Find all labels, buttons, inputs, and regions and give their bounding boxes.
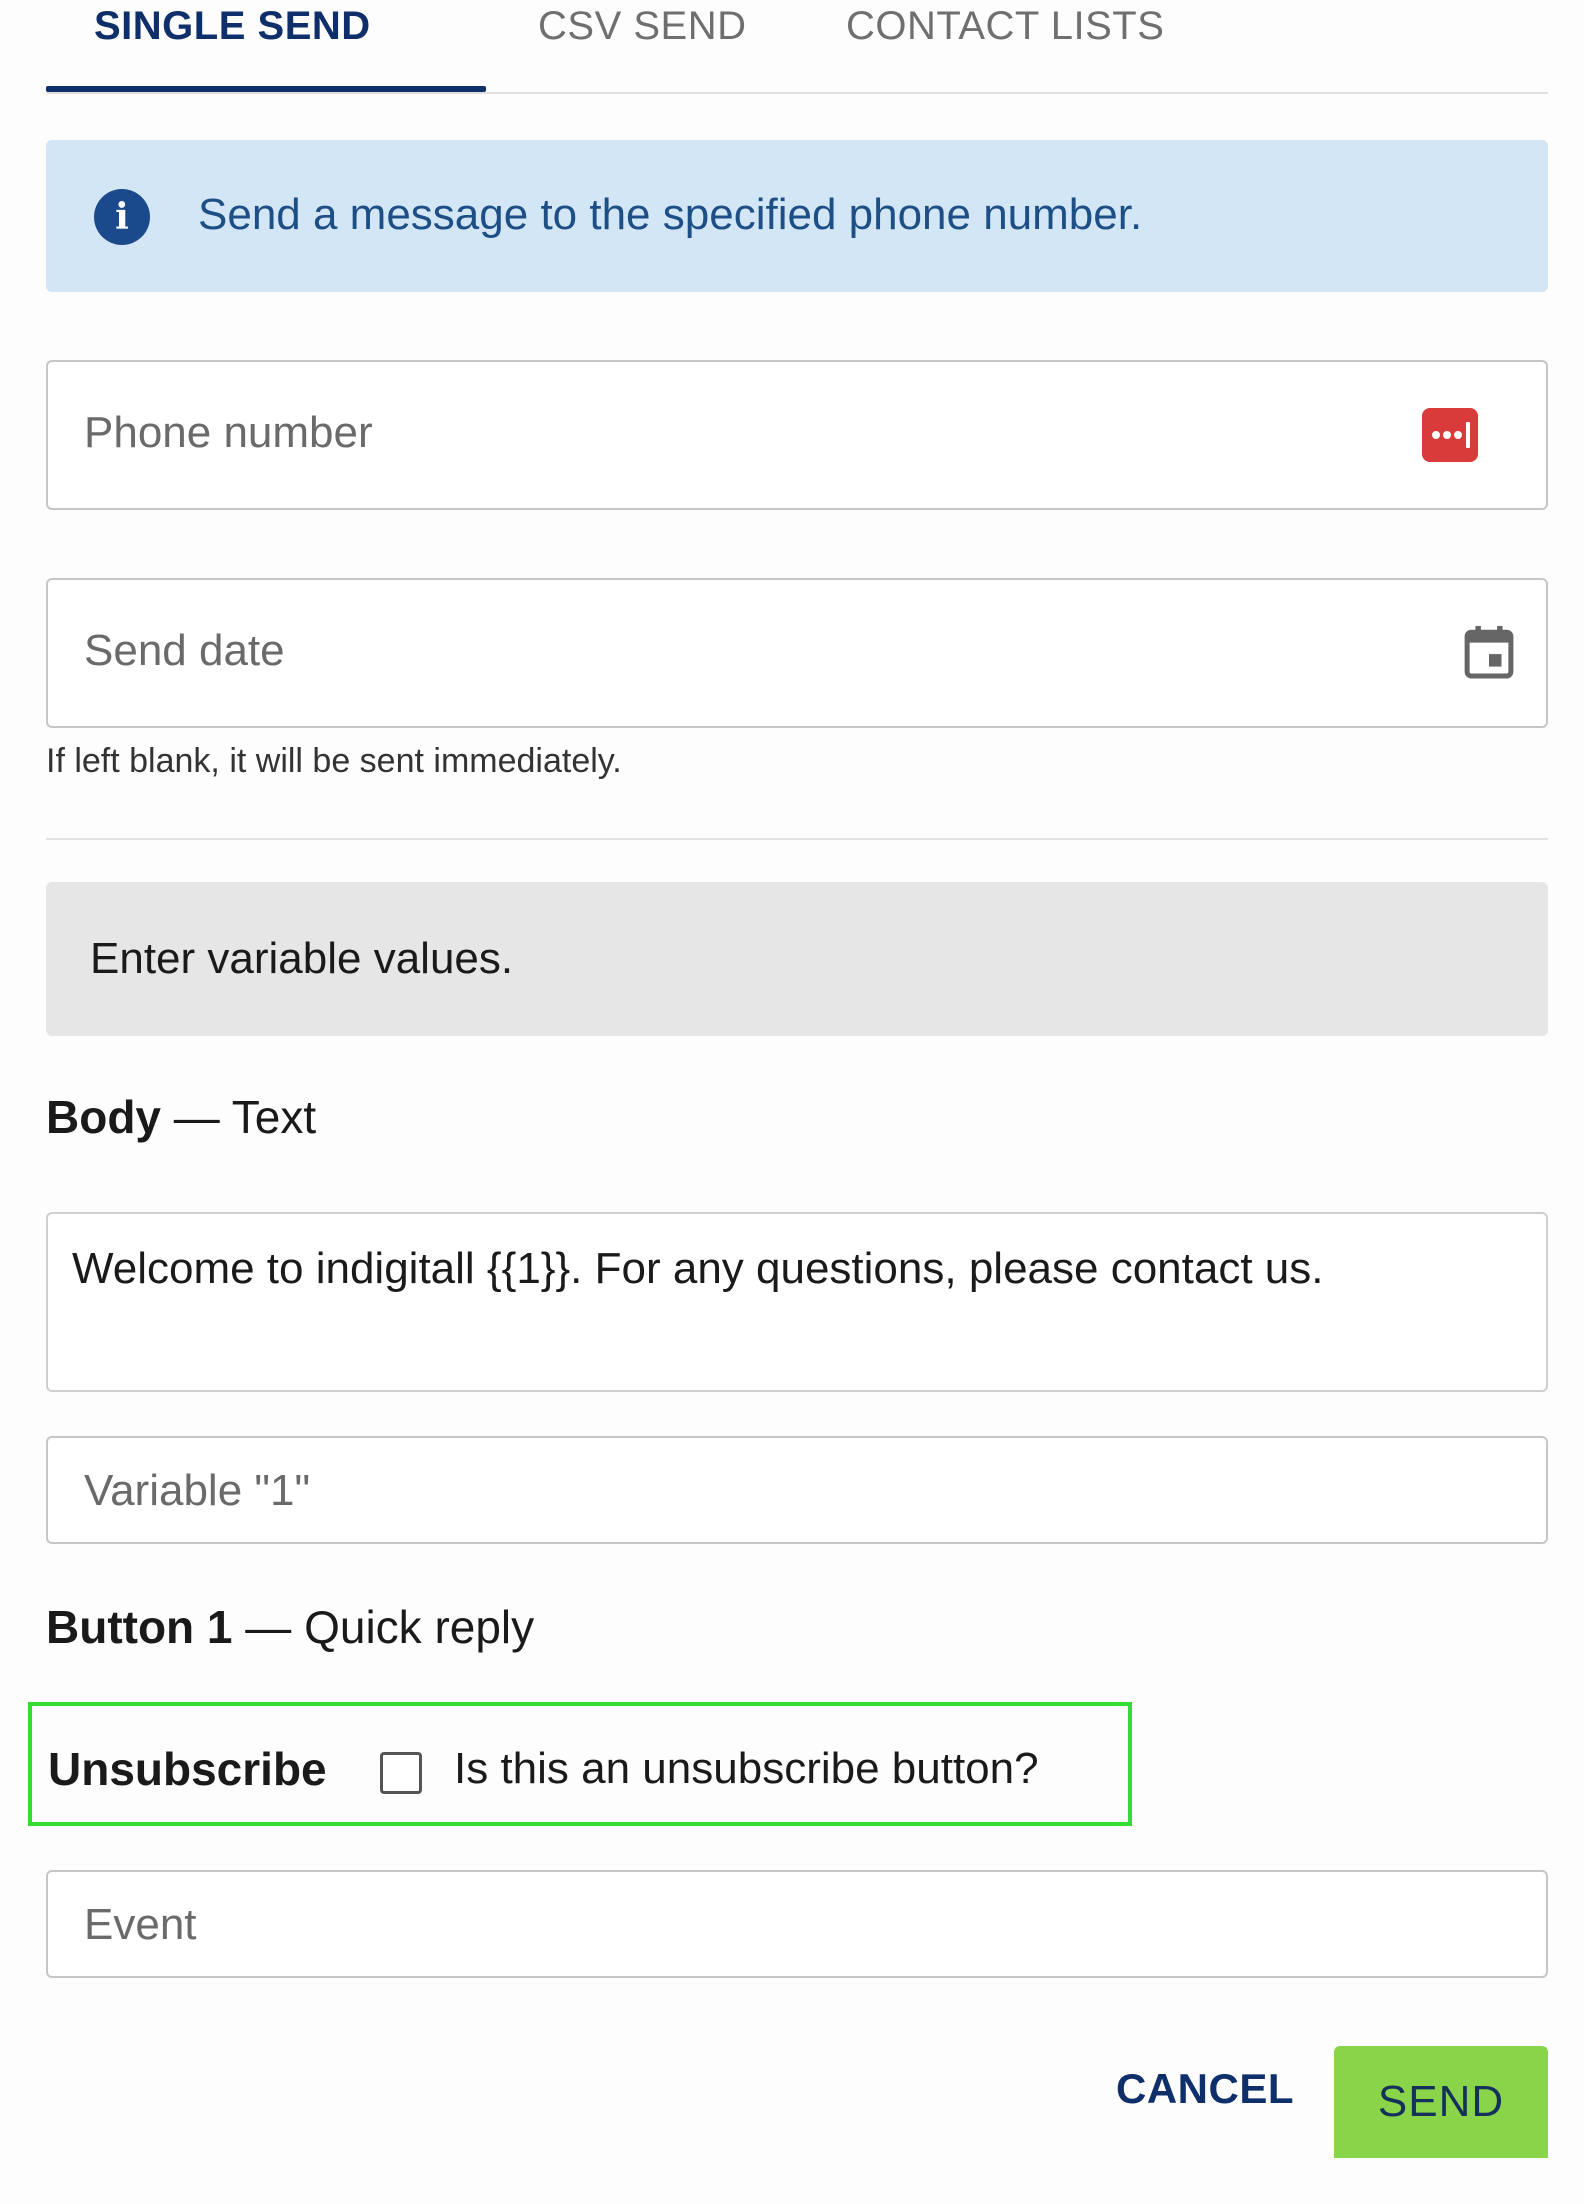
variables-heading: Enter variable values. (90, 934, 514, 983)
send-date-placeholder: Send date (84, 626, 285, 675)
calendar-icon[interactable] (1464, 624, 1514, 680)
unsubscribe-checkbox[interactable] (380, 1752, 422, 1794)
active-tab-indicator (46, 86, 486, 92)
tab-bar: SINGLE SEND CSV SEND CONTACT LISTS (46, 0, 1548, 94)
variables-heading-box: Enter variable values. (46, 882, 1548, 1036)
body-text-preview: Welcome to indigitall {{1}}. For any que… (46, 1212, 1548, 1392)
send-date-input[interactable]: Send date (46, 578, 1548, 728)
info-alert: i Send a message to the specified phone … (46, 140, 1548, 292)
tab-single-send[interactable]: SINGLE SEND (94, 0, 371, 94)
alert-text: Send a message to the specified phone nu… (198, 190, 1143, 239)
divider (46, 838, 1548, 840)
phone-number-input[interactable]: Phone number (46, 360, 1548, 510)
button-section-label: Button 1 — Quick reply (46, 1600, 534, 1654)
event-input[interactable]: Event (46, 1870, 1548, 1978)
body-label-bold: Body (46, 1091, 161, 1143)
unsubscribe-question[interactable]: Is this an unsubscribe button? (454, 1744, 1039, 1794)
event-placeholder: Event (84, 1900, 197, 1949)
cancel-button[interactable]: CANCEL (1110, 2046, 1300, 2132)
tab-csv-send[interactable]: CSV SEND (538, 0, 747, 94)
password-manager-icon[interactable] (1422, 408, 1478, 462)
send-date-helper: If left blank, it will be sent immediate… (46, 742, 622, 780)
body-label-type: — Text (161, 1091, 317, 1143)
variable-1-placeholder: Variable "1" (84, 1466, 311, 1515)
button-label-type: — Quick reply (232, 1601, 535, 1653)
info-icon: i (94, 189, 150, 245)
phone-number-placeholder: Phone number (84, 408, 373, 457)
unsubscribe-label: Unsubscribe (48, 1743, 327, 1795)
tab-contact-lists[interactable]: CONTACT LISTS (846, 0, 1164, 94)
send-button[interactable]: SEND (1334, 2046, 1548, 2158)
variable-1-input[interactable]: Variable "1" (46, 1436, 1548, 1544)
button-label-bold: Button 1 (46, 1601, 233, 1653)
body-section-label: Body — Text (46, 1090, 316, 1144)
body-text: Welcome to indigitall {{1}}. For any que… (72, 1244, 1324, 1293)
unsubscribe-row: Unsubscribe Is this an unsubscribe butto… (28, 1702, 1132, 1826)
